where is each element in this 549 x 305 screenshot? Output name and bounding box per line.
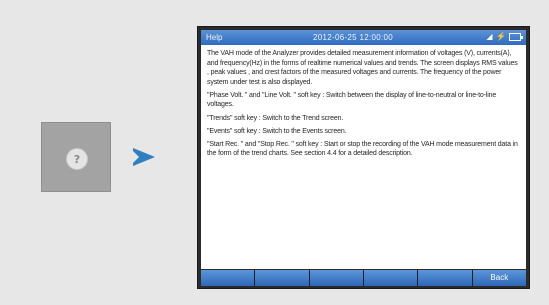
softkey-bar: Back xyxy=(201,270,526,286)
help-paragraph: The VAH mode of the Analyzer provides de… xyxy=(207,50,518,86)
help-key-tile[interactable]: ? xyxy=(41,122,111,192)
datetime-readout: 2012-06-25 12:00:00 xyxy=(313,33,393,42)
arrow-notch xyxy=(133,151,139,163)
help-question-icon: ? xyxy=(66,148,88,170)
back-softkey[interactable]: Back xyxy=(472,270,526,286)
softkey-2[interactable] xyxy=(255,270,309,286)
help-paragraph: "Trends" soft key : Switch to the Trend … xyxy=(207,114,344,122)
screen-title: Help xyxy=(206,33,223,42)
usb-icon: ⚡ xyxy=(496,32,506,41)
signal-icon: ◢ xyxy=(486,32,493,41)
device-screen: Help 2012-06-25 12:00:00 ◢ ⚡ The VAH mod… xyxy=(197,26,530,289)
battery-icon xyxy=(509,33,523,41)
help-paragraph: "Events" soft key : Switch to the Events… xyxy=(207,127,347,135)
title-bar: Help 2012-06-25 12:00:00 ◢ ⚡ xyxy=(201,30,526,45)
help-paragraph: "Phase Volt. " and "Line Volt. " soft ke… xyxy=(207,91,497,109)
help-paragraph: "Start Rec. " and "Stop Rec. " soft key … xyxy=(207,140,518,158)
status-icons: ◢ ⚡ xyxy=(485,32,523,42)
softkey-4[interactable] xyxy=(363,270,418,286)
softkey-1[interactable] xyxy=(201,270,255,286)
softkey-3[interactable] xyxy=(309,270,363,286)
help-content: The VAH mode of the Analyzer provides de… xyxy=(201,45,526,269)
softkey-5[interactable] xyxy=(418,270,472,286)
